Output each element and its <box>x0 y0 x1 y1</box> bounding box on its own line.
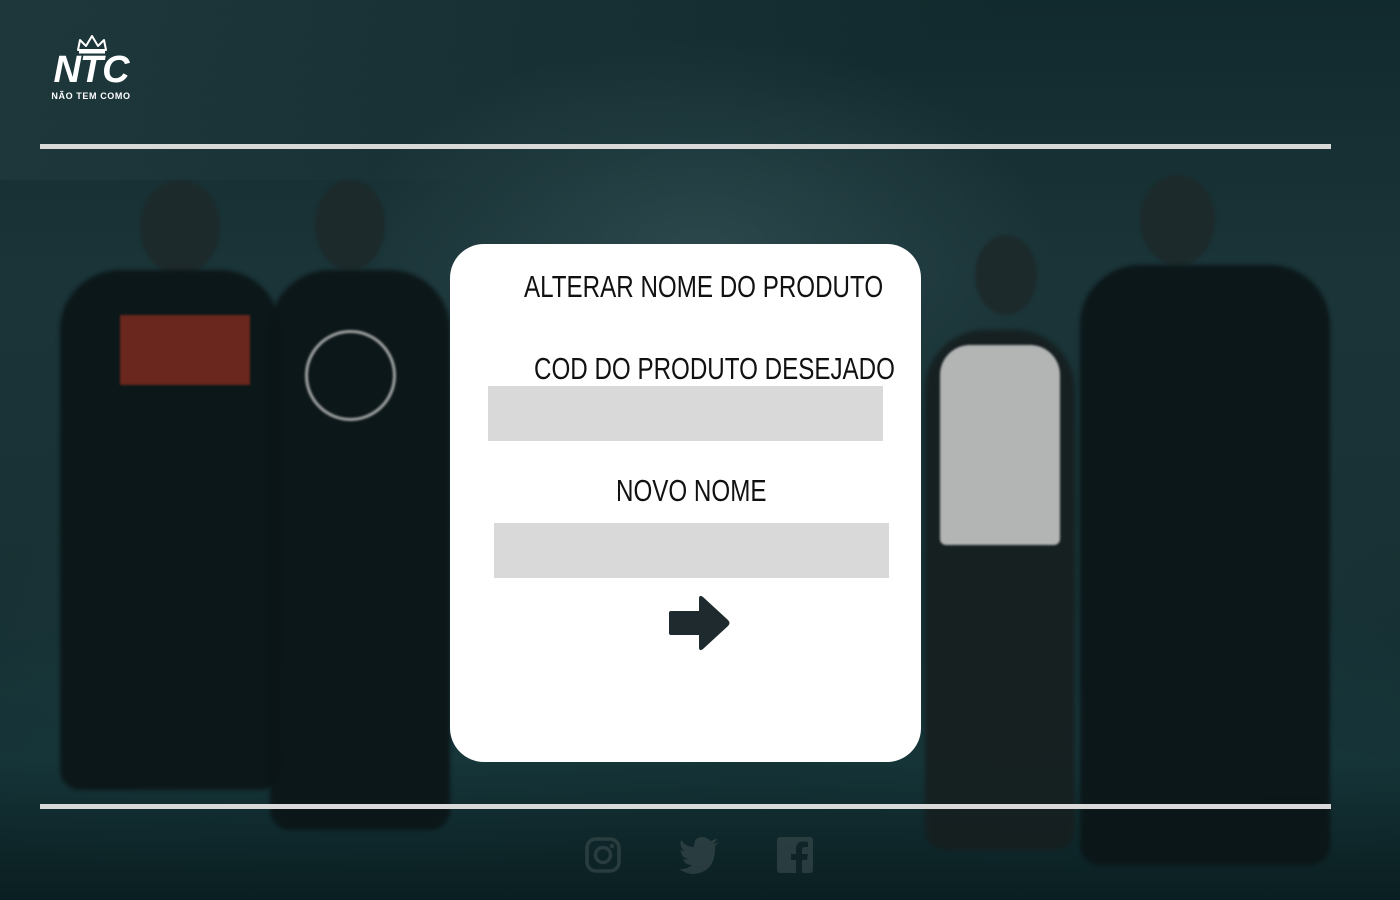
product-code-label: COD DO PRODUTO DESEJADO <box>534 351 895 386</box>
new-name-label: NOVO NOME <box>616 473 767 508</box>
submit-button[interactable] <box>669 594 731 652</box>
rename-product-card: ALTERAR NOME DO PRODUTO COD DO PRODUTO D… <box>450 244 921 762</box>
new-name-input[interactable] <box>494 523 889 578</box>
card-title: ALTERAR NOME DO PRODUTO <box>524 269 884 304</box>
logo-wordmark: NTC <box>53 49 129 91</box>
product-code-input[interactable] <box>488 386 883 441</box>
arrow-right-icon <box>669 595 730 651</box>
ntc-logo[interactable]: NTC NÃO TEM COMO <box>40 34 142 102</box>
twitter-icon[interactable] <box>679 836 719 874</box>
facebook-icon[interactable] <box>776 836 814 874</box>
footer-divider <box>40 804 1331 809</box>
instagram-icon[interactable] <box>584 836 622 874</box>
logo-subtitle: NÃO TEM COMO <box>51 91 131 101</box>
header-divider <box>40 144 1331 149</box>
